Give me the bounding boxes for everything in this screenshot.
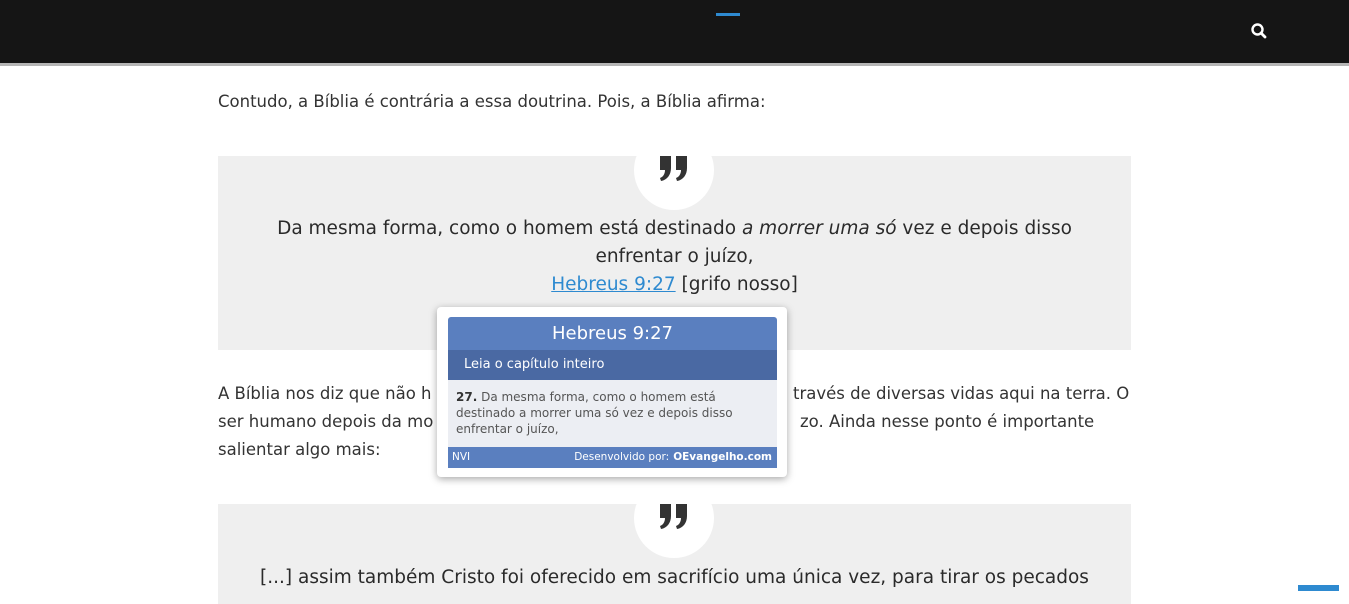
search-icon[interactable] bbox=[1248, 20, 1270, 42]
quote-emphasis: a morrer uma só bbox=[741, 218, 897, 239]
quote-icon bbox=[660, 504, 687, 529]
brand-link[interactable]: OEvangelho.com bbox=[673, 451, 772, 463]
paragraph-intro: Contudo, a Bíblia é contrária a essa dou… bbox=[218, 92, 766, 111]
paragraph-line-1-right: través de diversas vidas aqui na terra. … bbox=[793, 384, 1130, 403]
quote-text-2: [...] assim também Cristo foi oferecido … bbox=[260, 567, 1089, 588]
nav-active-indicator bbox=[716, 13, 740, 16]
quote-icon bbox=[660, 156, 687, 181]
tooltip-verse: 27. Da mesma forma, como o homem está de… bbox=[448, 380, 777, 457]
verse-reference-link[interactable]: Hebreus 9:27 bbox=[551, 274, 675, 295]
developer-credit: Desenvolvido por: OEvangelho.com bbox=[574, 447, 772, 468]
verse-text: Da mesma forma, como o homem está destin… bbox=[456, 390, 733, 436]
site-header bbox=[0, 0, 1349, 66]
paragraph-line-2-left: ser humano depois da mo bbox=[218, 412, 434, 431]
blockquote-second: [...] assim também Cristo foi oferecido … bbox=[218, 478, 1131, 604]
verse-number: 27. bbox=[456, 390, 478, 404]
scroll-to-top-button[interactable] bbox=[1298, 585, 1339, 591]
tooltip-footer: NVI Desenvolvido por: OEvangelho.com bbox=[448, 447, 777, 468]
quote-note: [grifo nosso] bbox=[675, 274, 798, 295]
paragraph-line-2-right: zo. Ainda nesse ponto é importante bbox=[800, 412, 1095, 431]
verse-tooltip: Hebreus 9:27 Leia o capítulo inteiro 27.… bbox=[437, 307, 787, 477]
quote-badge-2 bbox=[634, 478, 714, 558]
read-chapter-link[interactable]: Leia o capítulo inteiro bbox=[448, 350, 777, 380]
paragraph-line-1-left: A Bíblia nos diz que não h bbox=[218, 384, 432, 403]
tooltip-title: Hebreus 9:27 bbox=[448, 317, 777, 350]
quote-text: Da mesma forma, como o homem está destin… bbox=[258, 215, 1091, 299]
quote-badge bbox=[634, 130, 714, 210]
quote-text-start: Da mesma forma, como o homem está destin… bbox=[277, 218, 742, 239]
bible-version: NVI bbox=[452, 451, 471, 463]
developed-by-label: Desenvolvido por: bbox=[574, 451, 670, 463]
